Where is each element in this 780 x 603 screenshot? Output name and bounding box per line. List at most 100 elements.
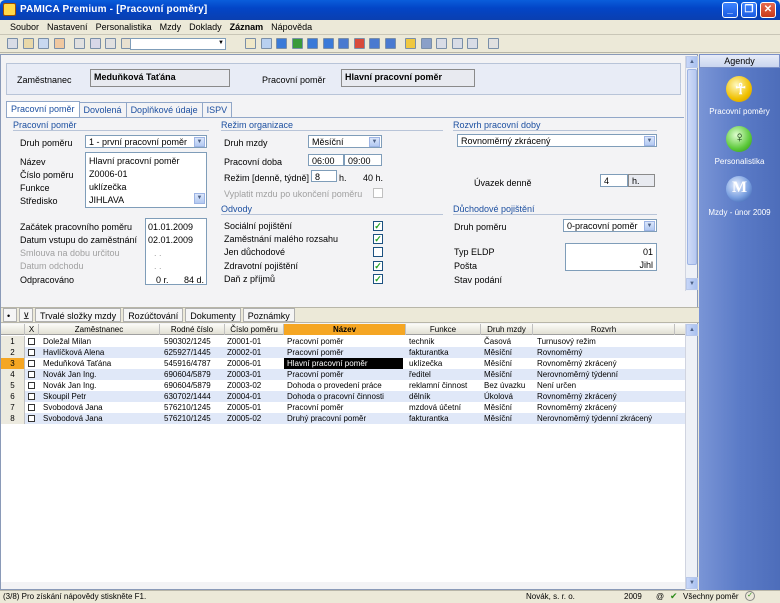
gridtab-poznamky[interactable]: Poznámky [242,308,295,322]
nav-prev-icon[interactable] [276,38,288,49]
druh-pomeru-select[interactable]: 1 - první pracovní poměr ▼ [85,135,207,148]
delete-icon[interactable] [53,38,65,49]
col-funkce[interactable]: Funkce [406,324,481,335]
cancel-icon[interactable] [353,38,365,49]
maximize-button[interactable]: ❐ [741,2,757,18]
minimize-button[interactable]: _ [722,2,738,18]
table-row[interactable]: 8 Svobodová Jana 576210/1245 Z0005-02 Druhý … [1,413,685,424]
menu-personalistika[interactable]: Personalistika [92,20,156,32]
nazev-field[interactable]: Hlavní pracovní poměr [89,156,180,166]
status-filter[interactable]: Všechny poměr [683,592,739,601]
filter-icon[interactable] [245,38,257,49]
mail-icon[interactable] [338,38,350,49]
help-icon[interactable] [487,38,499,49]
filter-check-icon[interactable]: ✓ [745,591,755,601]
col-nazev[interactable]: Název [284,324,406,335]
gridtab-rozuctovani[interactable]: Rozúčtování [123,308,184,322]
print-icon[interactable] [74,38,86,49]
close-button[interactable]: ✕ [760,2,776,18]
zdravotni-checkbox[interactable]: ✓ [373,261,383,271]
posta-field[interactable]: Jihl [639,260,653,270]
uvazek-input[interactable]: 4 [600,174,628,187]
sort-icon[interactable] [384,38,396,49]
agenda-item-pracovni-pomery[interactable]: Pracovní poměry [699,107,780,116]
nav-next-icon[interactable] [307,38,319,49]
pin-icon[interactable]: • [3,308,17,322]
eldp-field[interactable]: 01 [643,247,653,257]
chevron-down-icon[interactable]: ▼ [644,136,655,146]
col-zamestnanec[interactable]: Zaměstnanec [39,324,160,335]
new-icon[interactable] [7,38,18,49]
table-row[interactable]: 7 Svobodová Jana 576210/1245 Z0005-01 Pracov… [1,402,685,413]
menu-doklady[interactable]: Doklady [185,20,226,32]
col-rodne-cislo[interactable]: Rodné číslo [160,324,225,335]
menu-mzdy[interactable]: Mzdy [156,20,186,32]
filter-toggle-icon[interactable]: ⊻ [19,308,33,322]
chevron-down-icon[interactable]: ▼ [194,193,205,204]
rozvrh-select[interactable]: Rovnoměrný zkrácený ▼ [457,134,657,147]
chevron-down-icon[interactable]: ▼ [644,221,655,231]
col-cislo-pomeru[interactable]: Číslo poměru [225,324,284,335]
scroll-up-icon[interactable]: ▲ [686,56,698,68]
duchod-druh-select[interactable]: 0-pracovní poměr ▼ [563,219,657,232]
table-row[interactable]: 4 Novák Jan Ing. 690604/5879 Z0003-01 Pracov… [1,369,685,380]
window2-icon[interactable] [451,38,463,49]
relation-field[interactable]: Hlavní pracovní poměr [341,69,475,87]
grid-icon[interactable] [420,38,432,49]
col-rozvrh[interactable]: Rozvrh [533,324,675,335]
scroll-down-icon[interactable]: ▼ [686,278,698,290]
col-check[interactable]: X [25,324,39,335]
personalistika-icon[interactable]: ♀ [726,126,752,152]
doba-do-input[interactable]: 09:00 [344,154,382,166]
toolbar-select[interactable]: ▼ [130,38,226,50]
cislo-pomeru-field[interactable]: Z0006-01 [89,169,128,179]
dan-checkbox[interactable]: ✓ [373,274,383,284]
row-checkbox[interactable] [28,404,35,411]
menu-nastaveni[interactable]: Nastavení [43,20,92,32]
row-checkbox[interactable] [28,415,35,422]
odchod-field[interactable]: . . [154,261,162,271]
tab-pracovni-pomer[interactable]: Pracovní poměr [6,101,80,118]
row-checkbox[interactable] [28,360,35,367]
menu-zaznam[interactable]: Záznam [226,20,268,32]
window3-icon[interactable] [467,38,479,49]
form-scrollbar[interactable]: ▲ ▼ [685,56,698,291]
vstup-field[interactable]: 02.01.2009 [148,235,193,245]
table-row[interactable]: 1 Doležal Milan 590302/1245 Z0001-01 Pracovn… [1,336,685,347]
tab-doplnkove-udaje[interactable]: Doplňkové údaje [125,102,203,118]
nav-first-icon[interactable] [260,38,272,49]
menu-napoveda[interactable]: Nápověda [267,20,316,32]
employee-field[interactable]: Meduňková Taťána [90,69,230,87]
copy-icon[interactable] [105,38,117,49]
pracovni-pomery-icon[interactable]: ☥ [726,76,752,102]
zacatek-field[interactable]: 01.01.2009 [148,222,193,232]
agenda-item-mzdy[interactable]: Mzdy - únor 2009 [699,208,780,217]
scroll-up-icon[interactable]: ▲ [686,324,698,336]
open-icon[interactable] [22,38,34,49]
nav-last-icon[interactable] [322,38,334,49]
agenda-item-personalistika[interactable]: Personalistika [699,157,780,166]
gridtab-dokumenty[interactable]: Dokumenty [185,308,241,322]
stredisko-field[interactable]: JIHLAVA [89,195,124,205]
menu-soubor[interactable]: Soubor [6,20,43,32]
socialni-checkbox[interactable]: ✓ [373,221,383,231]
smlouva-field[interactable]: . . [154,248,162,258]
save-icon[interactable] [89,38,101,49]
mzdy-icon[interactable]: M [726,176,752,202]
folder-icon[interactable] [405,38,417,49]
scroll-thumb[interactable] [687,69,697,265]
table-row[interactable]: 2 Havlíčková Alena 625927/1445 Z0002-01 Prac… [1,347,685,358]
row-checkbox[interactable] [28,382,35,389]
chevron-down-icon[interactable]: ▼ [194,137,205,147]
table-row[interactable]: 6 Skoupil Petr 630702/1444 Z0004-01 Dohoda o… [1,391,685,402]
col-druh-mzdy[interactable]: Druh mzdy [481,324,533,335]
maly-rozsah-checkbox[interactable]: ✓ [373,234,383,244]
add-record-icon[interactable] [291,38,303,49]
gridtab-trvale-slozky[interactable]: Trvalé složky mzdy [35,308,122,322]
row-checkbox[interactable] [28,371,35,378]
refresh-icon[interactable] [369,38,381,49]
vyplatit-checkbox[interactable] [373,188,383,198]
table-row[interactable]: 3 Meduňková Taťána 545916/4787 Z0006-01 Hlav… [1,358,685,369]
row-checkbox[interactable] [28,393,35,400]
table-row[interactable]: 5 Novák Jan Ing. 690604/5879 Z0003-02 Dohoda… [1,380,685,391]
